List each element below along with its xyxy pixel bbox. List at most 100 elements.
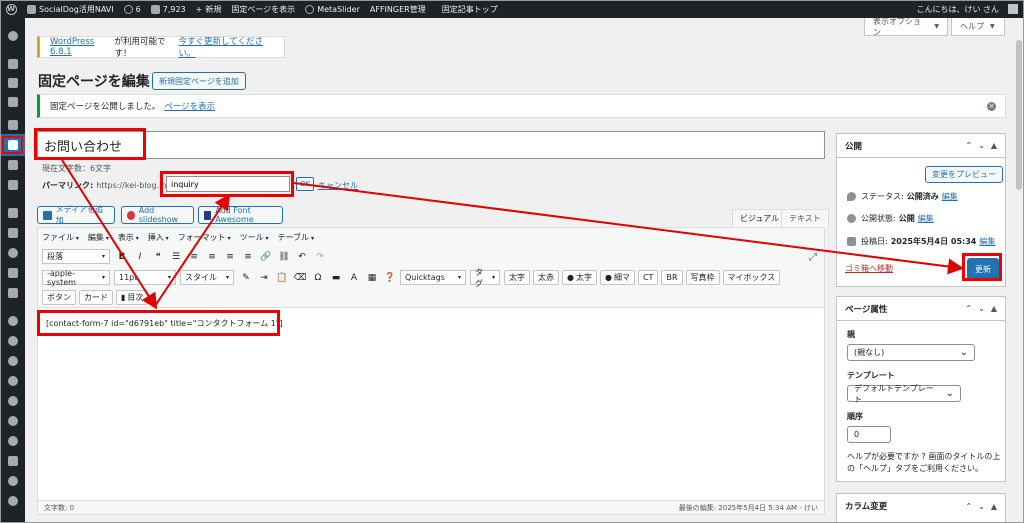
parent-select[interactable]: (親なし)	[847, 344, 975, 361]
plugins-icon[interactable]	[0, 222, 25, 244]
tab-text[interactable]: テキスト	[781, 209, 829, 227]
chevron-down-icon[interactable]: ⌄	[978, 502, 985, 511]
quote-icon[interactable]: ❝	[150, 249, 166, 264]
card-button[interactable]: カード	[79, 290, 113, 305]
add-media-button[interactable]: メディアを追加	[37, 205, 115, 225]
slug-cancel-link[interactable]: キャンセル	[318, 180, 358, 191]
preview-changes-button[interactable]: 変更をプレビュー	[925, 166, 1003, 183]
gear-icon-5[interactable]	[0, 430, 25, 452]
chevron-down-icon[interactable]: ⌄	[978, 141, 985, 150]
add-slideshow-button[interactable]: Add slideshow	[121, 206, 194, 224]
new-content-link[interactable]: + 新規	[191, 0, 227, 18]
scrollbar-thumb[interactable]	[1016, 40, 1022, 190]
text-color-icon[interactable]: A	[346, 270, 362, 285]
bot-icon[interactable]	[0, 310, 25, 332]
button-button[interactable]: ボタン	[42, 290, 76, 305]
metaslider-link[interactable]: MetaSlider	[300, 0, 365, 18]
chevron-up-icon[interactable]: ⌃	[965, 304, 972, 313]
redo-icon[interactable]: ↷	[312, 249, 328, 264]
chevron-up-icon[interactable]: ⌃	[965, 141, 972, 150]
link-icon[interactable]: 🔗	[258, 249, 274, 264]
menu-format[interactable]: フォーマット	[178, 232, 231, 243]
users-icon[interactable]	[0, 242, 25, 264]
update-now-link[interactable]: 今すぐ更新してください。	[179, 35, 275, 59]
ct-button[interactable]: CT	[637, 270, 659, 285]
chevron-up-icon[interactable]: ⌃	[965, 502, 972, 511]
post-title-field[interactable]: お問い合わせ	[37, 131, 825, 159]
updates-link[interactable]: 6	[119, 0, 146, 18]
caret-up-icon[interactable]: ▲	[991, 502, 997, 511]
gear-icon-3[interactable]	[0, 390, 25, 412]
mail-icon[interactable]	[0, 174, 25, 196]
add-font-awesome-button[interactable]: Add Font Awesome	[198, 206, 283, 224]
fullscreen-icon[interactable]: ⤢	[809, 252, 817, 263]
paste-icon[interactable]: 📋	[274, 270, 290, 285]
menu-file[interactable]: ファイル	[42, 232, 79, 243]
tab-visual[interactable]: ビジュアル	[732, 209, 788, 227]
mountain-icon[interactable]	[0, 470, 25, 492]
format-icon[interactable]: ✎	[238, 270, 254, 285]
menu-table[interactable]: テーブル	[278, 232, 314, 243]
help-icon[interactable]: ❓	[382, 270, 398, 285]
page-scrollbar[interactable]	[1015, 18, 1023, 522]
circle-gear-icon[interactable]	[0, 350, 25, 372]
settings-grid-icon[interactable]	[0, 282, 25, 304]
add-new-page-button[interactable]: 新規固定ページを追加	[152, 72, 246, 90]
caret-up-icon[interactable]: ▲	[991, 304, 997, 313]
slug-ok-button[interactable]: OK	[296, 177, 314, 191]
style-select[interactable]: スタイル	[180, 270, 234, 285]
status-edit-link[interactable]: 編集	[942, 191, 958, 202]
date-edit-link[interactable]: 編集	[979, 236, 995, 247]
chart-icon[interactable]	[0, 450, 25, 472]
bold-button[interactable]: 太字	[504, 270, 530, 285]
view-page-link[interactable]: 固定ページを表示	[226, 0, 300, 18]
eraser-icon[interactable]: ⌫	[292, 270, 308, 285]
indent-icon[interactable]: ⇥	[256, 270, 272, 285]
play-icon[interactable]	[0, 490, 25, 512]
comments-link[interactable]: 7,923	[146, 0, 191, 18]
order-input[interactable]: 0	[847, 426, 891, 443]
update-button[interactable]: 更新	[967, 258, 999, 280]
tag-select[interactable]: タグ	[470, 268, 500, 288]
numbered-list-icon[interactable]: ≡	[186, 249, 202, 264]
my-box-button[interactable]: マイボックス	[722, 270, 781, 285]
menu-edit[interactable]: 編集	[88, 232, 109, 243]
align-right-icon[interactable]: ≡	[240, 249, 256, 264]
view-page-link[interactable]: ページを表示	[164, 100, 215, 112]
bullet-list-icon[interactable]: ☰	[168, 249, 184, 264]
gear-icon-2[interactable]	[0, 370, 25, 392]
chevron-down-icon[interactable]: ⌄	[978, 304, 985, 313]
br-button[interactable]: BR	[661, 270, 683, 285]
dashboard-icon[interactable]	[0, 25, 25, 47]
menu-tools[interactable]: ツール	[240, 232, 269, 243]
font-size-select[interactable]: 11pt	[114, 270, 176, 285]
bold-icon[interactable]: B	[114, 249, 130, 264]
blocks-icon[interactable]	[0, 91, 25, 113]
paragraph-select[interactable]: 段落	[42, 249, 110, 264]
table-icon[interactable]: ▦	[364, 270, 380, 285]
visibility-edit-link[interactable]: 編集	[918, 213, 934, 224]
comments-menu-icon[interactable]	[0, 154, 25, 176]
screen-options-button[interactable]: 表示オプション ▼	[864, 17, 948, 37]
unlink-icon[interactable]: ⛓	[276, 249, 292, 264]
hoso-button[interactable]: ● 細マ	[599, 270, 635, 285]
menu-insert[interactable]: 挿入	[148, 232, 169, 243]
photo-frame-button[interactable]: 写真枠	[685, 270, 720, 285]
horizontal-rule-icon[interactable]: ▬	[328, 270, 344, 285]
align-left-icon[interactable]: ≡	[204, 249, 220, 264]
pages-icon[interactable]	[0, 134, 25, 156]
font-family-select[interactable]: -apple-system	[42, 269, 110, 287]
avatar[interactable]	[1008, 4, 1018, 14]
undo-icon[interactable]: ↶	[294, 249, 310, 264]
fixed-top-link[interactable]: 固定記事トップ	[437, 0, 503, 18]
quicktags-select[interactable]: Quicktags	[400, 270, 466, 285]
template-select[interactable]: デフォルトテンプレート	[847, 384, 961, 404]
move-to-trash-link[interactable]: ゴミ箱へ移動	[845, 263, 893, 274]
futo-button[interactable]: ● 太字	[562, 270, 597, 285]
menu-view[interactable]: 表示	[118, 232, 139, 243]
gear-icon-4[interactable]	[0, 410, 25, 432]
help-button[interactable]: ヘルプ ▼	[951, 18, 1005, 36]
italic-icon[interactable]: I	[132, 249, 148, 264]
site-name-link[interactable]: SocialDog活用NAVI	[22, 0, 119, 18]
appearance-icon[interactable]	[0, 202, 25, 224]
